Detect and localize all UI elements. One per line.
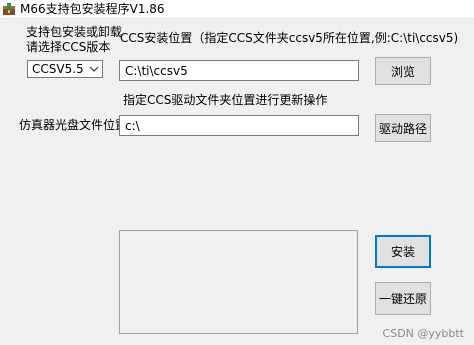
watermark: CSDN @yybbtt	[382, 327, 464, 340]
restore-button[interactable]: 一键还原	[375, 282, 431, 315]
ccs-version-value: CCSV5.5	[32, 62, 84, 76]
browse-button[interactable]: 浏览	[375, 57, 431, 85]
chevron-down-icon	[89, 66, 99, 72]
window-title: M66支持包安装程序V1.86	[20, 2, 165, 16]
driver-path-button[interactable]: 驱动路径	[375, 114, 431, 142]
title-bar[interactable]: M66支持包安装程序V1.86	[0, 0, 474, 19]
ccs-version-select[interactable]: CCSV5.5	[27, 60, 103, 78]
version-label-line2: 请选择CCS版本	[26, 40, 111, 54]
ccs-location-label: CCS安装位置（指定CCS文件夹ccsv5所在位置,例:C:\ti\ccsv5)	[120, 31, 459, 45]
emulator-cd-label: 仿真器光盘文件位置	[19, 118, 128, 132]
driver-path-input[interactable]	[119, 115, 359, 136]
installer-package-icon	[2, 2, 16, 16]
install-button[interactable]: 安装	[375, 235, 431, 268]
driver-folder-label: 指定CCS驱动文件夹位置进行更新操作	[123, 93, 328, 107]
version-label-line1: 支持包安装或卸载	[26, 25, 123, 39]
log-output-box	[119, 230, 358, 334]
ccs-path-input[interactable]	[119, 60, 359, 81]
